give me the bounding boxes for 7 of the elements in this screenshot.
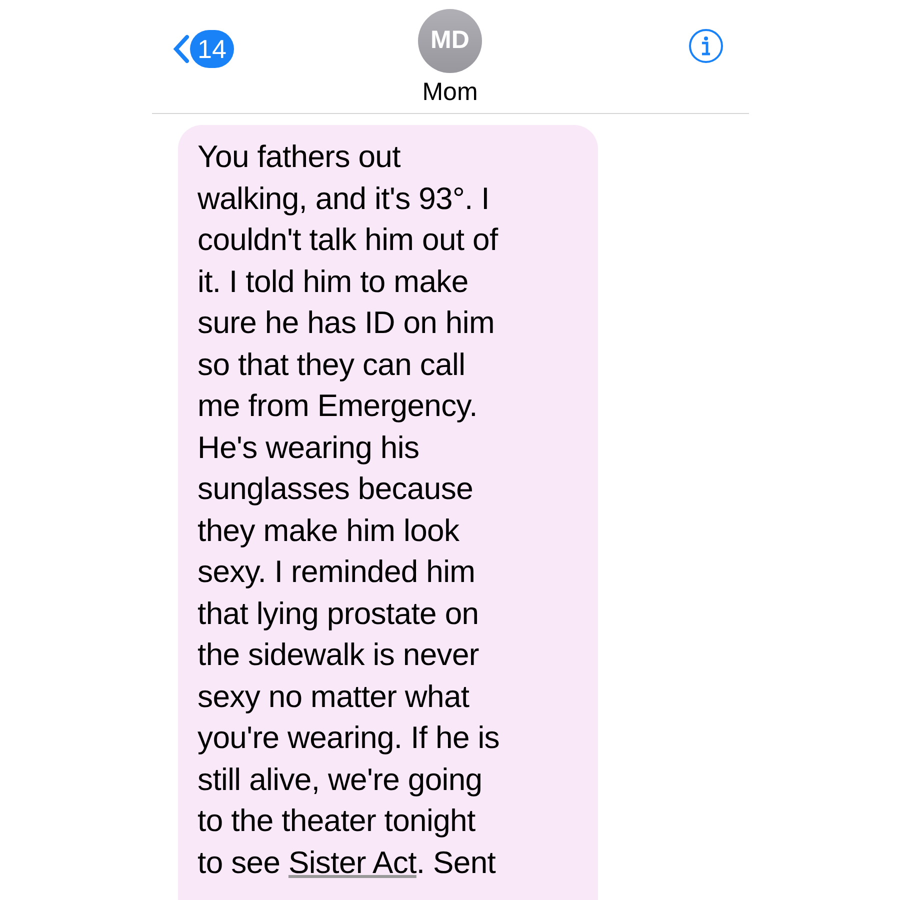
message-text: You fathers out walking, and it's 93°. I couldn't talk him out of it. I told him to make sure he has ID on him so that they can call me from Emergency. He's wearing his sunglasses because they make him look sexy. I reminded him that lying prostate on the sidewalk is never sexy no matter what you're wearing. If he is still alive, we're going to the theater tonight to see Sister Act. Sent xyxy=(198,138,500,882)
contact-avatar[interactable]: MD xyxy=(418,9,482,73)
unread-count-badge[interactable]: 14 xyxy=(190,30,234,68)
back-chevron-icon[interactable] xyxy=(172,34,190,64)
contact-name: Mom xyxy=(422,77,478,108)
movie-link[interactable]: Sister Act xyxy=(288,844,416,880)
info-icon[interactable] xyxy=(688,28,724,64)
